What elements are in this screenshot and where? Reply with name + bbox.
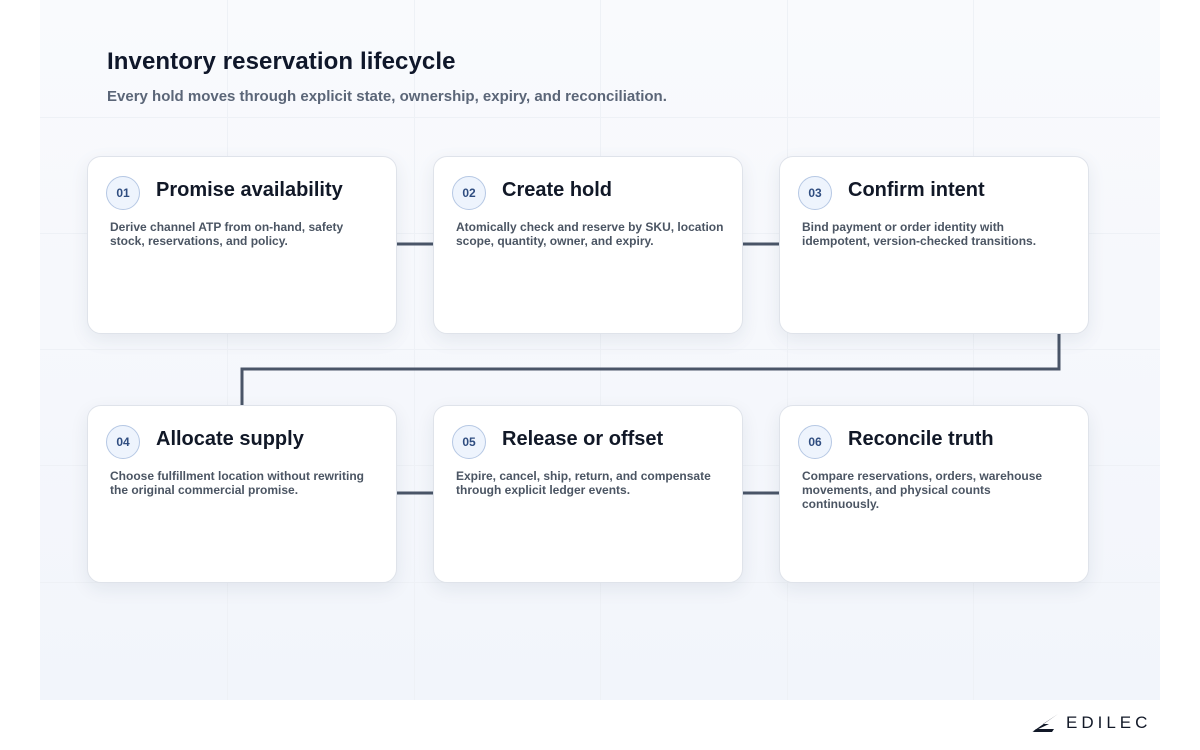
step-description: Expire, cancel, ship, return, and compen…: [456, 469, 711, 497]
step-title: Create hold: [502, 179, 613, 201]
step-number-badge: 05: [452, 425, 486, 459]
brand-name: EDILEC: [1066, 713, 1152, 732]
step-description: Bind payment or order identity with idem…: [802, 220, 1037, 248]
step-number-badge: 06: [798, 425, 832, 459]
step-card-allocate-supply: 04 Allocate supply Choose fulfillment lo…: [87, 405, 397, 583]
step-number-badge: 04: [106, 425, 140, 459]
step-card-confirm-intent: 03 Confirm intent Bind payment or order …: [779, 156, 1089, 334]
step-card-create-hold: 02 Create hold Atomically check and rese…: [433, 156, 743, 334]
step-description: Derive channel ATP from on-hand, safety …: [110, 220, 344, 248]
step-card-promise-availability: 01 Promise availability Derive channel A…: [87, 156, 397, 334]
step-number-badge: 02: [452, 176, 486, 210]
step-description: Atomically check and reserve by SKU, loc…: [456, 220, 724, 248]
step-title: Confirm intent: [848, 179, 985, 201]
step-description: Compare reservations, orders, warehouse …: [802, 469, 1043, 511]
step-card-reconcile-truth: 06 Reconcile truth Compare reservations,…: [779, 405, 1089, 583]
brand-logo: EDILEC: [1032, 712, 1151, 734]
step-number-badge: 01: [106, 176, 140, 210]
step-title: Allocate supply: [156, 428, 304, 450]
brand-mark-icon: [1032, 714, 1058, 732]
step-title: Reconcile truth: [848, 428, 994, 450]
step-title: Promise availability: [156, 179, 343, 201]
flow-connectors: [240, 242, 1061, 495]
step-card-release-or-offset: 05 Release or offset Expire, cancel, shi…: [433, 405, 743, 583]
step-title: Release or offset: [502, 428, 664, 450]
step-description: Choose fulfillment location without rewr…: [110, 469, 364, 497]
step-number-badge: 03: [798, 176, 832, 210]
connector-03-04: [240, 333, 1061, 406]
